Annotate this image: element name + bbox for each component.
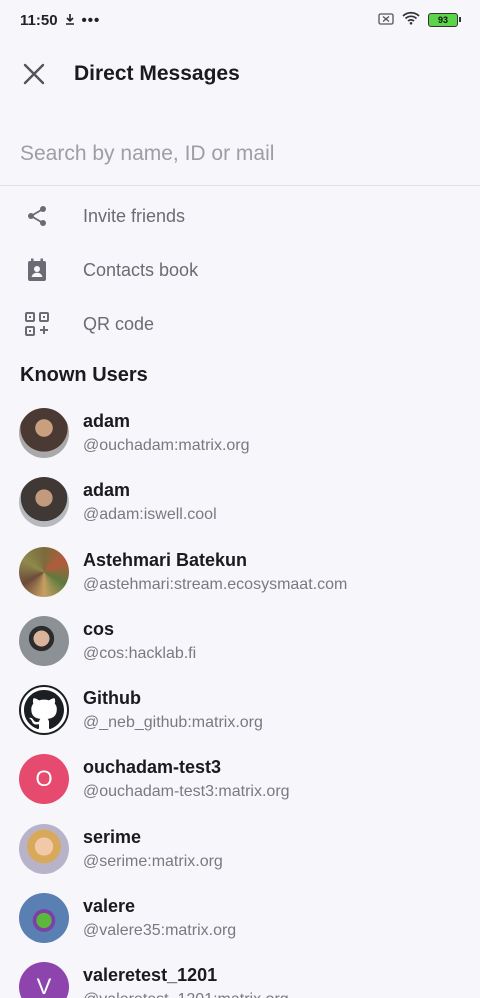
page-title: Direct Messages (74, 62, 240, 85)
share-icon (0, 205, 83, 227)
avatar (19, 476, 69, 527)
invite-friends-label: Invite friends (83, 205, 186, 226)
avatar (19, 892, 69, 943)
avatar: O (19, 753, 69, 804)
status-time: 11:50 (20, 11, 58, 29)
user-id: @_neb_github:matrix.org (83, 713, 263, 731)
status-left: 11:50 ••• (20, 12, 100, 29)
status-bar: 11:50 ••• 93 (0, 0, 480, 40)
user-name: Astehmari Batekun (83, 549, 248, 570)
user-row[interactable]: V valeretest_1201 @valeretest_1201:matri… (0, 952, 480, 998)
user-id: @ouchadam:matrix.org (83, 436, 250, 454)
contacts-book-label: Contacts book (83, 259, 199, 280)
user-row[interactable]: O ouchadam-test3 @ouchadam-test3:matrix.… (0, 744, 480, 813)
user-row[interactable]: Github @_neb_github:matrix.org (0, 675, 480, 744)
qr-code-icon (0, 312, 83, 336)
qr-code-label: QR code (83, 313, 155, 334)
user-name: valere (83, 895, 136, 916)
avatar (19, 546, 69, 597)
contacts-book-icon (0, 258, 83, 282)
user-row[interactable]: adam @ouchadam:matrix.org (0, 398, 480, 467)
qr-code-row[interactable]: QR code (0, 297, 480, 351)
invite-friends-row[interactable]: Invite friends (0, 189, 480, 243)
avatar (19, 615, 69, 666)
user-id: @astehmari:stream.ecosysmaat.com (83, 575, 348, 593)
user-id: @valere35:matrix.org (83, 921, 237, 939)
user-row[interactable]: cos @cos:hacklab.fi (0, 606, 480, 675)
user-id: @adam:iswell.cool (83, 505, 217, 523)
more-dots-icon: ••• (81, 11, 101, 29)
contacts-book-row[interactable]: Contacts book (0, 243, 480, 297)
known-users-title: Known Users (20, 364, 148, 386)
avatar (19, 684, 69, 735)
user-row[interactable]: serime @serime:matrix.org (0, 814, 480, 883)
user-row[interactable]: valere @valere35:matrix.org (0, 883, 480, 952)
user-name: Github (83, 687, 141, 708)
close-button[interactable] (0, 40, 68, 108)
avatar: V (19, 961, 69, 998)
user-row[interactable]: Astehmari Batekun @astehmari:stream.ecos… (0, 537, 480, 606)
battery-icon: 93 (428, 13, 461, 27)
user-id: @serime:matrix.org (83, 852, 223, 870)
user-name: serime (83, 826, 142, 847)
search-input[interactable] (0, 122, 480, 185)
avatar (19, 407, 69, 458)
user-id: @valeretest_1201:matrix.org (83, 991, 289, 998)
close-icon (23, 63, 45, 85)
user-name: ouchadam-test3 (83, 756, 222, 777)
download-icon (64, 12, 76, 29)
user-name: valeretest_1201 (83, 964, 218, 985)
user-row[interactable]: adam @adam:iswell.cool (0, 467, 480, 536)
status-right: 93 (378, 11, 461, 29)
github-icon (24, 689, 64, 729)
user-name: adam (83, 410, 131, 431)
avatar (19, 823, 69, 874)
user-id: @cos:hacklab.fi (83, 644, 197, 662)
search-bar (0, 122, 480, 186)
user-name: adam (83, 479, 131, 500)
user-id: @ouchadam-test3:matrix.org (83, 782, 290, 800)
user-name: cos (83, 618, 115, 639)
sim-off-icon (378, 12, 394, 29)
toolbar: Direct Messages (0, 40, 480, 108)
wifi-icon (402, 11, 420, 29)
